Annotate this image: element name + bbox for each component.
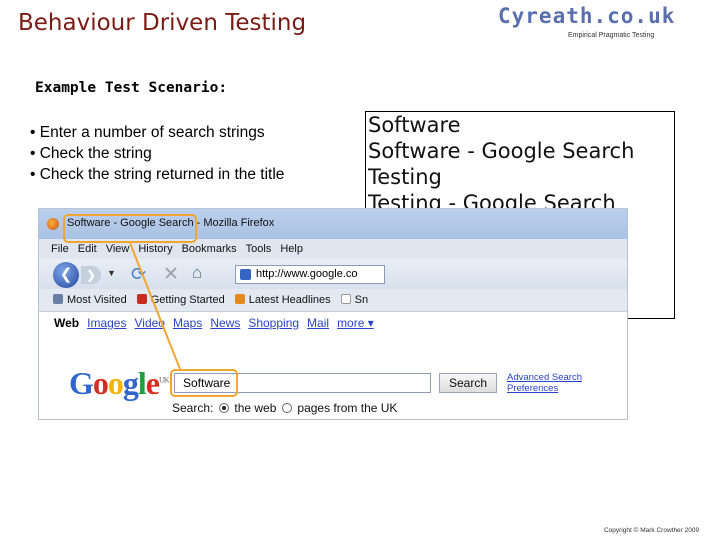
google-nav-images[interactable]: Images: [87, 316, 126, 330]
scope-uk-label: pages from the UK: [297, 401, 398, 415]
advanced-search-link[interactable]: Advanced Search: [507, 372, 582, 383]
google-nav-shopping[interactable]: Shopping: [248, 316, 299, 330]
google-nav-video[interactable]: Video: [134, 316, 164, 330]
menu-file[interactable]: File: [51, 243, 69, 255]
bookmark-getting-started[interactable]: Getting Started: [136, 294, 225, 306]
rss-icon: [234, 294, 245, 304]
arrow-left-icon: ❮: [59, 266, 73, 283]
google-nav-news[interactable]: News: [210, 316, 240, 330]
url-text: http://www.google.co: [256, 268, 358, 280]
scope-web-label: the web: [234, 401, 277, 415]
page-icon: [340, 294, 351, 304]
brand-logo: Cyreath.co.uk: [498, 4, 676, 28]
menu-tools[interactable]: Tools: [246, 243, 272, 255]
slide-title: Behaviour Driven Testing: [18, 10, 307, 36]
google-nav-maps[interactable]: Maps: [173, 316, 202, 330]
history-dropdown-icon[interactable]: ▼: [107, 268, 116, 278]
scope-uk-radio[interactable]: [282, 403, 293, 413]
bookmark-label: Sn: [354, 294, 369, 306]
bookmarks-toolbar: Most Visited Getting Started Latest Head…: [39, 289, 627, 312]
menu-bookmarks[interactable]: Bookmarks: [182, 243, 237, 255]
search-string-row: Software - Google Search: [368, 139, 635, 163]
title-highlight: [63, 214, 197, 243]
bookmark-label: Latest Headlines: [248, 294, 331, 306]
google-nav-web: Web: [54, 316, 80, 330]
step-item: Check the string: [30, 143, 284, 164]
google-nav-mail[interactable]: Mail: [307, 316, 329, 330]
search-scope: Search: the web pages from the UK: [172, 401, 397, 415]
google-nav-bar: Web Images Video Maps News Shopping Mail…: [39, 312, 627, 334]
browser-navbar: ❮ ❯ ▼ ⟳ ✕ ⌂ http://www.google.co: [39, 259, 627, 289]
scenario-steps: Enter a number of search strings Check t…: [30, 122, 285, 185]
back-button[interactable]: ❮: [53, 262, 79, 288]
stop-icon[interactable]: ✕: [163, 263, 179, 286]
reload-icon[interactable]: ⟳: [131, 264, 146, 285]
firefox-icon: [47, 218, 59, 230]
bookmark-most-visited[interactable]: Most Visited: [53, 294, 127, 306]
step-item: Enter a number of search strings: [30, 122, 284, 143]
scope-web-radio[interactable]: [219, 403, 230, 413]
url-bar[interactable]: http://www.google.co: [235, 265, 385, 284]
bookmark-truncated[interactable]: Sn: [340, 294, 369, 306]
google-favicon-icon: [240, 269, 251, 280]
bookmark-label: Getting Started: [150, 294, 225, 306]
search-options-links: Advanced Search Preferences: [507, 372, 582, 394]
google-logo: GoogleUK: [69, 365, 170, 401]
search-string-row: Software: [368, 113, 461, 137]
menu-view[interactable]: View: [106, 243, 130, 255]
bookmark-label: Most Visited: [67, 294, 127, 306]
arrow-right-icon: ❯: [85, 268, 97, 282]
menu-history[interactable]: History: [138, 243, 172, 255]
bookmark-icon: [53, 294, 63, 304]
preferences-link[interactable]: Preferences: [507, 383, 582, 394]
copyright: Copyright © Mark Crowther 2009: [604, 527, 700, 534]
bookmark-latest-headlines[interactable]: Latest Headlines: [234, 294, 331, 306]
bookmark-icon: [136, 294, 147, 304]
menu-edit[interactable]: Edit: [78, 243, 97, 255]
google-nav-more[interactable]: more ▾: [337, 316, 374, 330]
menu-help[interactable]: Help: [280, 243, 303, 255]
step-item: Check the string returned in the title: [30, 164, 285, 185]
scenario-heading: Example Test Scenario:: [35, 80, 228, 96]
search-string-row: Testing: [368, 165, 442, 189]
home-icon[interactable]: ⌂: [192, 263, 202, 283]
search-scope-label: Search:: [172, 401, 214, 415]
search-button[interactable]: Search: [439, 373, 497, 393]
search-field-highlight: [170, 369, 238, 397]
brand-tagline: Empirical Pragmatic Testing: [568, 32, 655, 39]
forward-button[interactable]: ❯: [81, 266, 101, 284]
